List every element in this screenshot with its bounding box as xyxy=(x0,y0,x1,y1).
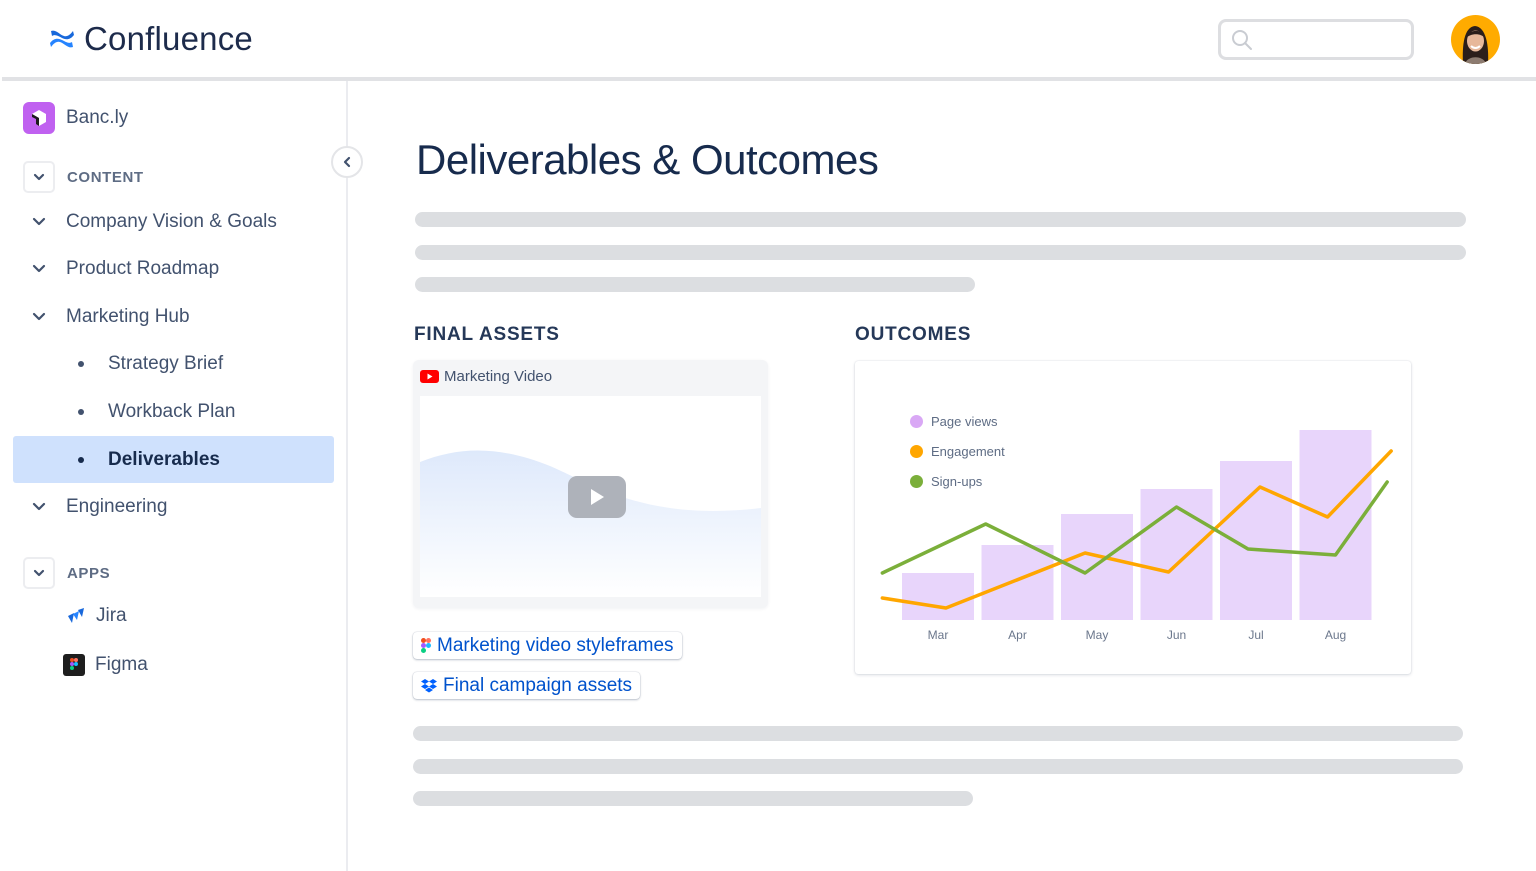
sidebar-item-label: Engineering xyxy=(66,495,168,517)
chevron-left-icon xyxy=(343,156,351,168)
bullet-icon xyxy=(78,360,84,367)
section-apps-toggle[interactable] xyxy=(23,557,55,589)
sidebar-item-label: Strategy Brief xyxy=(108,352,224,374)
legend-swatch xyxy=(910,444,923,458)
video-player[interactable] xyxy=(420,396,761,597)
play-icon xyxy=(591,489,604,505)
user-avatar[interactable] xyxy=(1451,15,1500,64)
chevron-down-icon[interactable] xyxy=(31,498,47,514)
bar-mar xyxy=(902,573,974,620)
user-photo-icon xyxy=(1462,26,1489,64)
video-embed-card[interactable]: Marketing Video xyxy=(413,360,768,608)
legend-item-page-views: Page views xyxy=(910,406,1005,436)
chevron-down-icon[interactable] xyxy=(31,308,47,324)
search-input[interactable] xyxy=(1218,19,1414,60)
text-placeholder-line xyxy=(415,212,1466,227)
chevron-down-icon xyxy=(33,569,45,577)
bullet-icon xyxy=(78,456,84,463)
chart-legend: Page views Engagement Sign-ups xyxy=(910,406,1005,496)
jira-icon xyxy=(68,608,84,623)
legend-swatch xyxy=(910,474,923,488)
sidebar-item-label: Product Roadmap xyxy=(66,257,220,279)
text-placeholder-line xyxy=(413,726,1463,741)
space-header[interactable]: Banc.ly xyxy=(23,102,128,134)
final-assets-heading: FINAL ASSETS xyxy=(414,324,560,345)
section-apps: APPS xyxy=(23,557,110,589)
sidebar-item-label: Marketing Hub xyxy=(66,305,190,327)
legend-item-sign-ups: Sign-ups xyxy=(910,466,1005,496)
sidebar-item-engineering[interactable]: Engineering xyxy=(13,483,334,530)
sidebar-item-label: Company Vision & Goals xyxy=(66,210,277,232)
outcomes-heading: OUTCOMES xyxy=(855,324,972,345)
app-label: Jira xyxy=(96,605,127,626)
video-title-bar: Marketing Video xyxy=(420,368,552,385)
collapse-sidebar-button[interactable] xyxy=(331,146,363,178)
x-tick-label: Apr xyxy=(1008,628,1027,642)
sidebar-item-marketing-hub[interactable]: Marketing Hub xyxy=(13,293,334,340)
chevron-down-icon[interactable] xyxy=(31,260,47,276)
figma-icon xyxy=(421,637,431,653)
link-marketing-video-styleframes[interactable]: Marketing video styleframes xyxy=(413,632,682,659)
section-content-toggle[interactable] xyxy=(23,161,55,193)
legend-swatch xyxy=(910,414,923,428)
sidebar-item-label: Deliverables xyxy=(108,448,220,470)
x-tick-label: Aug xyxy=(1325,628,1346,642)
text-placeholder-line xyxy=(413,791,973,806)
text-placeholder-line xyxy=(415,277,975,292)
x-tick-label: Jun xyxy=(1167,628,1186,642)
app-label: Figma xyxy=(95,654,148,675)
space-logo-icon xyxy=(23,102,55,134)
space-name: Banc.ly xyxy=(66,107,129,128)
page-title: Deliverables & Outcomes xyxy=(416,136,879,183)
dropbox-icon xyxy=(421,678,437,692)
search-icon xyxy=(1232,30,1252,50)
legend-label: Sign-ups xyxy=(931,473,983,489)
text-placeholder-line xyxy=(413,759,1463,774)
sidebar-item-strategy-brief[interactable]: Strategy Brief xyxy=(13,340,334,387)
bar-aug xyxy=(1299,430,1372,620)
sidebar-item-company-vision[interactable]: Company Vision & Goals xyxy=(13,198,334,245)
section-label: CONTENT xyxy=(67,168,144,186)
bar-apr xyxy=(981,545,1054,620)
play-button[interactable] xyxy=(568,476,626,518)
sidebar-item-product-roadmap[interactable]: Product Roadmap xyxy=(13,245,334,292)
video-title: Marketing Video xyxy=(444,368,553,385)
figma-icon xyxy=(63,654,85,676)
app-item-jira[interactable]: Jira xyxy=(66,605,127,627)
link-final-campaign-assets[interactable]: Final campaign assets xyxy=(413,672,641,699)
x-tick-label: Mar xyxy=(928,628,949,642)
legend-label: Page views xyxy=(931,413,998,429)
app-item-figma[interactable]: Figma xyxy=(63,654,148,676)
top-navigation-bar: Confluence xyxy=(0,0,1536,78)
youtube-icon xyxy=(420,370,439,383)
outcomes-chart-card: Mar Apr May Jun Jul Aug Page views Engagement… xyxy=(855,361,1411,674)
x-tick-label: Jul xyxy=(1248,628,1263,642)
section-label: APPS xyxy=(67,564,111,582)
legend-label: Engagement xyxy=(931,443,1005,459)
confluence-logo-icon xyxy=(50,30,74,48)
chevron-down-icon[interactable] xyxy=(31,213,47,229)
chevron-down-icon xyxy=(33,173,45,181)
sidebar-item-workback-plan[interactable]: Workback Plan xyxy=(13,388,334,435)
app-name: Confluence xyxy=(84,20,253,57)
sidebar-item-deliverables[interactable]: Deliverables xyxy=(13,436,334,483)
link-label: Marketing video styleframes xyxy=(437,634,674,656)
legend-item-engagement: Engagement xyxy=(910,436,1005,466)
x-tick-label: May xyxy=(1086,628,1109,642)
link-label: Final campaign assets xyxy=(443,674,633,696)
section-content: CONTENT xyxy=(23,161,144,193)
text-placeholder-line xyxy=(415,245,1466,260)
confluence-logo[interactable]: Confluence xyxy=(48,20,253,58)
bullet-icon xyxy=(78,408,84,415)
sidebar-item-label: Workback Plan xyxy=(108,400,236,422)
